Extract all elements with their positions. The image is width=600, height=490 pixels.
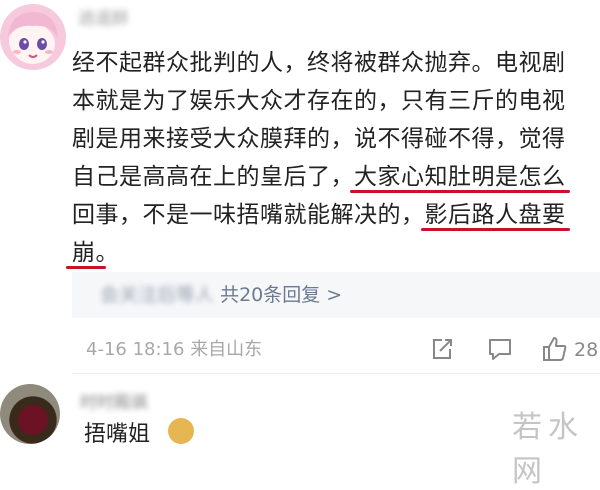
reply-username[interactable]: 时时殿飒	[80, 393, 148, 413]
location: 来自山东	[190, 339, 263, 360]
comment-line: 经不起群众批判的人，终将被群众抛弃。电视剧	[72, 50, 566, 76]
reply-names: 会关注后等人	[100, 284, 215, 306]
comment-username[interactable]: 逍遥醉	[78, 8, 129, 30]
comment-icon[interactable]	[487, 337, 513, 361]
watermark: 若水网	[512, 410, 584, 489]
highlighted-text: 崩	[72, 240, 96, 266]
anime-girl-avatar-icon	[8, 12, 58, 64]
share-icon[interactable]	[430, 337, 454, 361]
timestamp: 4-16 18:16	[86, 339, 185, 360]
comment-line: 回事，不是一味捂嘴就能解决的，影后路人盘要	[72, 196, 592, 234]
reply-count: 共20条回复	[220, 284, 321, 306]
comment-text-segment: 。	[95, 240, 119, 266]
comment-line: 崩。	[72, 234, 592, 272]
comment-text: 经不起群众批判的人，终将被群众抛弃。电视剧 本就是为了娱乐大众才存在的，只有三斤…	[72, 44, 592, 272]
avatar[interactable]	[0, 384, 60, 444]
divider	[72, 373, 600, 374]
comment-text-segment: 回事，不是一味捂嘴就能解决的，	[72, 202, 425, 228]
highlighted-text: 大家心知肚明是怎么	[354, 164, 566, 190]
chevron-right-icon: >	[326, 284, 343, 306]
comment-line: 剧是用来接受大众膜拜的，说不得碰不得，觉得	[72, 126, 566, 152]
reply-text: 捂嘴姐	[84, 422, 151, 447]
avatar[interactable]	[0, 4, 66, 70]
highlighted-text: 影后路人盘要	[424, 202, 566, 228]
thumbs-up-icon[interactable]	[541, 335, 568, 362]
like-count: 28	[574, 339, 599, 361]
comment-text-segment: 自己是高高在上的皇后了，	[72, 164, 354, 190]
replies-preview[interactable]: 会关注后等人 共20条回复 >	[72, 272, 600, 318]
comment-meta: 4-16 18:16 来自山东	[86, 335, 262, 365]
doge-emoji-icon	[168, 418, 194, 444]
view-replies-link[interactable]: 会关注后等人 共20条回复 >	[100, 272, 342, 318]
comment-line: 本就是为了娱乐大众才存在的，只有三斤的电视	[72, 88, 566, 114]
comment-line: 自己是高高在上的皇后了，大家心知肚明是怎么	[72, 158, 592, 196]
